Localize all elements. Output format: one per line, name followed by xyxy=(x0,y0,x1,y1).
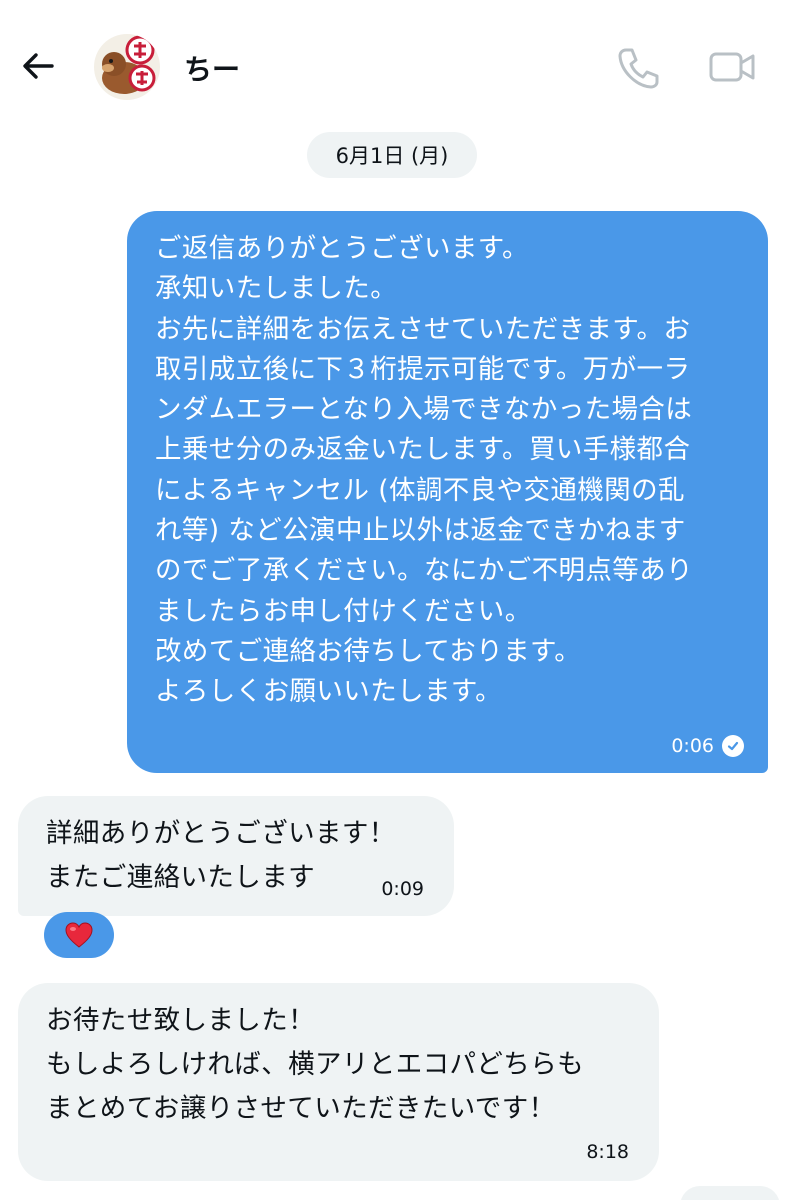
read-check-icon xyxy=(722,735,744,757)
back-button[interactable] xyxy=(18,44,62,88)
message-text: ご返信ありがとうございます。 承知いたしました。 お先に詳細をお伝えさせていただ… xyxy=(155,233,693,708)
chat-header: ちー xyxy=(0,0,786,120)
reaction-badge[interactable] xyxy=(44,912,114,958)
phone-icon xyxy=(618,48,659,89)
chat-name[interactable]: ちー xyxy=(184,48,240,88)
date-separator: 6月1日 (月) xyxy=(307,132,477,178)
avatar[interactable] xyxy=(94,34,160,100)
message-text: お待たせ致しました！ もしよろしければ、横アリとエコパどちらも まとめてお譲りさ… xyxy=(46,1005,584,1124)
message-text: 詳細ありがとうございます！ またご連絡いたします xyxy=(46,818,396,893)
message-time: 0:06 xyxy=(671,735,714,757)
outgoing-message[interactable]: ご返信ありがとうございます。 承知いたしました。 お先に詳細をお伝えさせていただ… xyxy=(127,211,768,773)
message-time: 8:18 xyxy=(586,1141,629,1163)
arrow-left-icon xyxy=(23,53,54,79)
message-meta: 0:06 xyxy=(671,735,744,757)
incoming-message[interactable]: 詳細ありがとうございます！ またご連絡いたします 0:09 xyxy=(18,796,454,916)
next-message-bubble xyxy=(680,1186,780,1200)
incoming-message[interactable]: お待たせ致しました！ もしよろしければ、横アリとエコパどちらも まとめてお譲りさ… xyxy=(18,983,659,1181)
video-camera-icon xyxy=(709,52,755,82)
message-time: 0:09 xyxy=(381,878,424,900)
call-button[interactable] xyxy=(612,44,662,90)
video-call-button[interactable] xyxy=(706,44,758,90)
heart-icon xyxy=(65,922,93,948)
